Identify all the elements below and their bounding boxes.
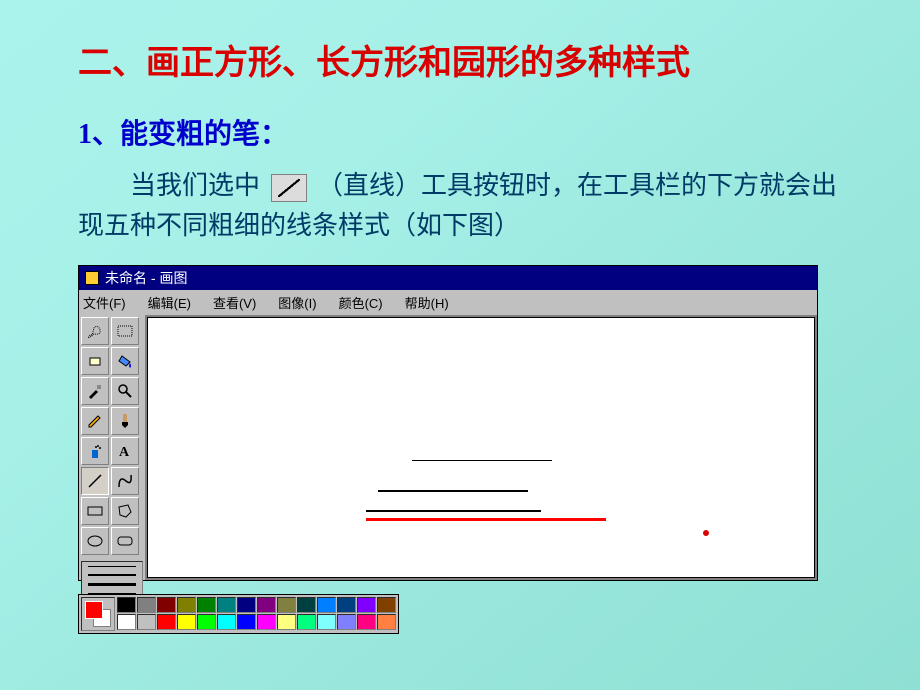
drawn-line-1 bbox=[412, 460, 552, 461]
color-swatch[interactable] bbox=[377, 597, 396, 613]
eraser-icon[interactable] bbox=[81, 347, 109, 375]
spray-icon[interactable] bbox=[81, 437, 109, 465]
color-swatch[interactable] bbox=[357, 597, 376, 613]
color-swatch[interactable] bbox=[177, 614, 196, 630]
drawn-line-2 bbox=[378, 490, 528, 492]
foreground-color-swatch bbox=[85, 601, 103, 619]
app-icon bbox=[85, 271, 99, 285]
polygon-icon[interactable] bbox=[111, 497, 139, 525]
roundrect-icon[interactable] bbox=[111, 527, 139, 555]
canvas[interactable] bbox=[147, 317, 815, 578]
red-dot bbox=[703, 530, 709, 536]
body-paragraph: 当我们选中 （直线）工具按钮时，在工具栏的下方就会出现五种不同粗细的线条样式（如… bbox=[0, 152, 920, 247]
color-swatch[interactable] bbox=[357, 614, 376, 630]
line-icon[interactable] bbox=[81, 467, 109, 495]
menu-file[interactable]: 文件(F) bbox=[83, 293, 126, 312]
color-swatch[interactable] bbox=[277, 614, 296, 630]
thickness-2[interactable] bbox=[88, 574, 136, 576]
color-swatch[interactable] bbox=[197, 597, 216, 613]
color-swatch[interactable] bbox=[257, 597, 276, 613]
color-swatch[interactable] bbox=[217, 614, 236, 630]
text-icon[interactable]: A bbox=[111, 437, 139, 465]
menu-view[interactable]: 查看(V) bbox=[213, 293, 256, 312]
rect-icon[interactable] bbox=[81, 497, 109, 525]
canvas-container bbox=[145, 315, 817, 580]
color-swatch[interactable] bbox=[117, 597, 136, 613]
section-title: 二、画正方形、长方形和园形的多种样式 bbox=[0, 0, 920, 84]
color-swatch[interactable] bbox=[297, 597, 316, 613]
menu-color[interactable]: 颜色(C) bbox=[339, 293, 383, 312]
color-swatch[interactable] bbox=[237, 597, 256, 613]
color-swatch[interactable] bbox=[137, 614, 156, 630]
subsection-title: 1、能变粗的笔： bbox=[0, 84, 920, 152]
color-swatch[interactable] bbox=[177, 597, 196, 613]
zoom-icon[interactable] bbox=[111, 377, 139, 405]
ellipse-icon[interactable] bbox=[81, 527, 109, 555]
window-title: 未命名 - 画图 bbox=[105, 268, 187, 288]
color-swatch[interactable] bbox=[217, 597, 236, 613]
menu-edit[interactable]: 编辑(E) bbox=[148, 293, 191, 312]
color-swatch[interactable] bbox=[137, 597, 156, 613]
color-swatch[interactable] bbox=[317, 614, 336, 630]
rect-select-icon[interactable] bbox=[111, 317, 139, 345]
svg-text:A: A bbox=[119, 445, 130, 460]
drawn-line-3 bbox=[366, 510, 541, 512]
thickness-1[interactable] bbox=[88, 566, 136, 567]
menu-image[interactable]: 图像(I) bbox=[278, 293, 316, 312]
body-before: 当我们选中 bbox=[130, 171, 260, 200]
paint-window: 未命名 - 画图 文件(F) 编辑(E) 查看(V) 图像(I) 颜色(C) 帮… bbox=[78, 265, 818, 581]
toolbox: A bbox=[79, 315, 145, 580]
thickness-3[interactable] bbox=[88, 583, 136, 586]
fill-icon[interactable] bbox=[111, 347, 139, 375]
color-swatch[interactable] bbox=[317, 597, 336, 613]
dropper-icon[interactable] bbox=[81, 377, 109, 405]
color-swatch[interactable] bbox=[237, 614, 256, 630]
color-swatch[interactable] bbox=[337, 614, 356, 630]
menu-help[interactable]: 帮助(H) bbox=[405, 293, 449, 312]
free-select-icon[interactable] bbox=[81, 317, 109, 345]
color-swatch[interactable] bbox=[337, 597, 356, 613]
color-swatch[interactable] bbox=[157, 597, 176, 613]
curve-icon[interactable] bbox=[111, 467, 139, 495]
color-swatch[interactable] bbox=[297, 614, 316, 630]
color-swatch[interactable] bbox=[257, 614, 276, 630]
brush-icon[interactable] bbox=[111, 407, 139, 435]
menubar: 文件(F) 编辑(E) 查看(V) 图像(I) 颜色(C) 帮助(H) bbox=[79, 290, 817, 315]
pencil-icon[interactable] bbox=[81, 407, 109, 435]
current-colors[interactable] bbox=[81, 597, 115, 631]
titlebar: 未命名 - 画图 bbox=[79, 266, 817, 290]
color-swatch[interactable] bbox=[277, 597, 296, 613]
color-palette bbox=[78, 594, 399, 634]
color-swatch[interactable] bbox=[377, 614, 396, 630]
line-tool-inline-icon bbox=[271, 174, 307, 202]
drawn-line-4 bbox=[366, 518, 606, 521]
color-swatch[interactable] bbox=[157, 614, 176, 630]
color-swatch[interactable] bbox=[117, 614, 136, 630]
color-swatch[interactable] bbox=[197, 614, 216, 630]
